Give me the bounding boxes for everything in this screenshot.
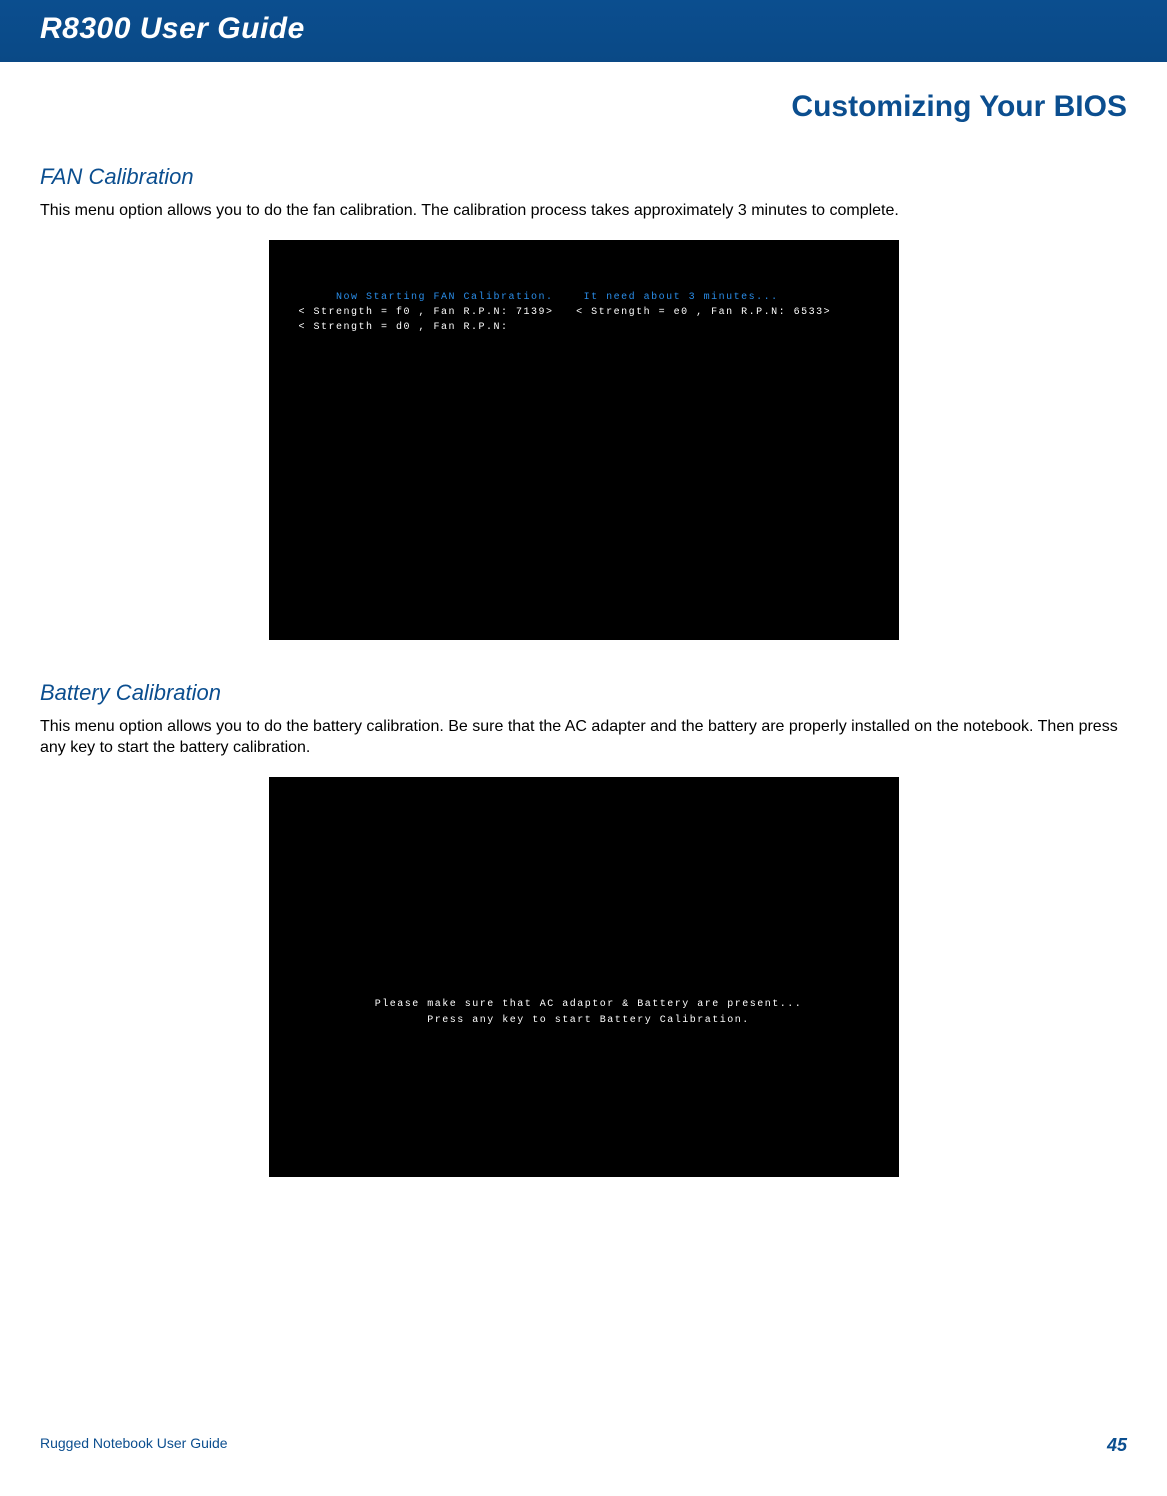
section-heading-battery: Battery Calibration bbox=[40, 680, 1127, 706]
chapter-title: Customizing Your BIOS bbox=[0, 62, 1167, 124]
section-heading-fan: FAN Calibration bbox=[40, 164, 1127, 190]
terminal-text: < Strength = e0 , Fan R.P.N: 6533> bbox=[576, 307, 831, 318]
terminal-fan-line1: Now Starting FAN Calibration. It need ab… bbox=[299, 290, 879, 305]
body-text-fan: This menu option allows you to do the fa… bbox=[40, 200, 1127, 222]
section-battery-calibration: Battery Calibration This menu option all… bbox=[40, 680, 1127, 1177]
terminal-battery: Please make sure that AC adaptor & Batte… bbox=[269, 777, 899, 1177]
terminal-text: It need about 3 minutes... bbox=[584, 292, 779, 303]
terminal-text: Now Starting FAN Calibration. bbox=[336, 292, 554, 303]
terminal-text: < Strength = d0 , Fan R.P.N: bbox=[299, 322, 509, 333]
terminal-fan-line3: < Strength = d0 , Fan R.P.N: bbox=[299, 320, 879, 335]
terminal-fan-line2: < Strength = f0 , Fan R.P.N: 7139> < Str… bbox=[299, 305, 879, 320]
page-content: FAN Calibration This menu option allows … bbox=[0, 124, 1167, 1177]
terminal-text: < Strength = f0 , Fan R.P.N: 7139> bbox=[299, 307, 554, 318]
section-fan-calibration: FAN Calibration This menu option allows … bbox=[40, 164, 1127, 640]
header-banner: R8300 User Guide bbox=[0, 0, 1167, 62]
page-footer: Rugged Notebook User Guide 45 bbox=[0, 1435, 1167, 1456]
terminal-battery-line2: Press any key to start Battery Calibrati… bbox=[299, 1013, 879, 1029]
terminal-fan: Now Starting FAN Calibration. It need ab… bbox=[269, 240, 899, 640]
body-text-battery: This menu option allows you to do the ba… bbox=[40, 716, 1127, 759]
footer-left: Rugged Notebook User Guide bbox=[40, 1435, 228, 1456]
footer-page-number: 45 bbox=[1107, 1435, 1127, 1456]
guide-title: R8300 User Guide bbox=[0, 0, 1167, 46]
terminal-battery-line1: Please make sure that AC adaptor & Batte… bbox=[299, 997, 879, 1013]
